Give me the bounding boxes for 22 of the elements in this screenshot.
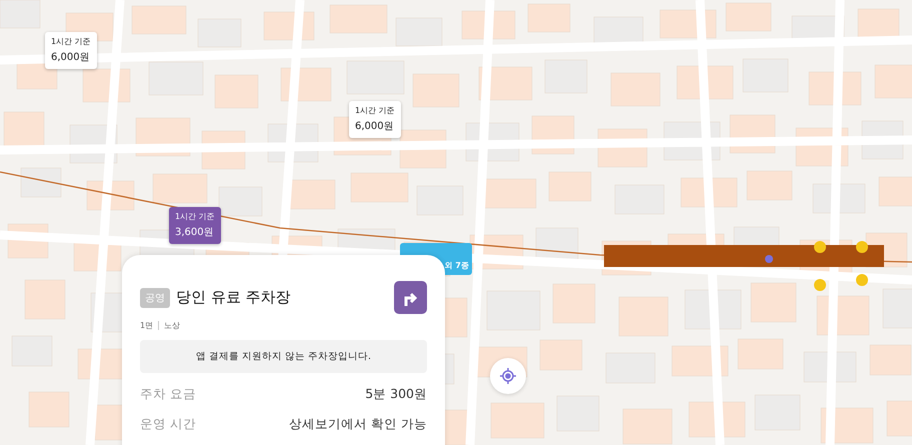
crosshair-icon: [500, 368, 516, 384]
current-location-button[interactable]: [490, 358, 526, 394]
info-value: 5분 300원: [365, 386, 427, 402]
parking-title: 당인 유료 주차장: [176, 288, 291, 307]
info-value: 상세보기에서 확인 가능: [289, 416, 427, 432]
price-marker[interactable]: 1시간 기준 3,600원: [169, 207, 221, 244]
marker-price: 6,000원: [355, 120, 395, 133]
marker-caption: 1시간 기준: [51, 36, 91, 47]
marker-caption: 1시간 기준: [175, 211, 215, 222]
info-label: 주차 요금: [140, 386, 196, 402]
price-marker[interactable]: 1시간 기준 6,000원: [45, 32, 97, 69]
parking-meta: 1면: [140, 320, 154, 331]
directions-button[interactable]: [394, 281, 427, 314]
price-marker[interactable]: 1시간 기준 6,000원: [349, 101, 401, 138]
info-label: 운영 시간: [140, 416, 196, 432]
parking-meta: 노상: [164, 320, 180, 331]
type-badge: 공영: [140, 288, 170, 308]
marker-caption: 1시간 기준: [355, 105, 395, 116]
marker-price: 3,600원: [175, 226, 215, 239]
marker-caption: 외 7종: [444, 260, 469, 271]
marker-price: 6,000원: [51, 51, 91, 64]
notice-text: 앱 결제를 지원하지 않는 주차장입니다.: [140, 340, 427, 373]
